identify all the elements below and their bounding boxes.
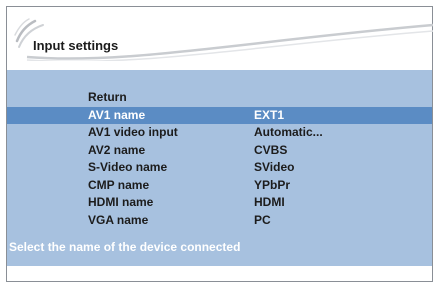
menu-item-value: YPbPr xyxy=(254,177,291,192)
menu-item-label: AV1 video input xyxy=(88,125,178,139)
menu-item[interactable]: AV1 name EXT1 xyxy=(7,106,432,124)
menu-item[interactable]: AV2 name CVBS xyxy=(7,142,432,159)
page-title: Input settings xyxy=(33,38,119,53)
menu-item[interactable]: HDMI name HDMI xyxy=(7,194,432,211)
help-text: Select the name of the device connected xyxy=(9,240,241,254)
menu-item-value: EXT1 xyxy=(254,107,285,122)
menu-item[interactable]: S-Video name SVideo xyxy=(7,159,432,176)
menu-item-value: SVideo xyxy=(254,160,295,174)
menu-item[interactable]: Return xyxy=(7,89,432,106)
menu-item[interactable]: AV1 video input Automatic... xyxy=(7,124,432,141)
menu-item-label: AV1 name xyxy=(88,107,146,122)
menu-item-label: HDMI name xyxy=(88,195,154,209)
header-bar: Input settings xyxy=(7,7,434,61)
menu-item[interactable]: VGA name PC xyxy=(7,212,432,229)
menu-item-label: VGA name xyxy=(88,212,149,227)
menu-item-value: CVBS xyxy=(254,142,288,157)
menu-item-label: Return xyxy=(88,90,127,104)
menu-item-value: HDMI xyxy=(254,195,285,209)
menu-item-label: S-Video name xyxy=(88,160,168,174)
menu-item-value: Automatic... xyxy=(254,125,323,139)
menu-item-label: AV2 name xyxy=(88,142,146,157)
menu-panel: Return AV1 name EXT1 AV1 video input Automat… xyxy=(7,70,432,266)
settings-window: Input settings Return AV1 name EXT1 AV1 vid… xyxy=(6,6,434,282)
menu-item-value: PC xyxy=(254,212,271,227)
menu-item-label: CMP name xyxy=(88,177,150,192)
menu-item[interactable]: CMP name YPbPr xyxy=(7,177,432,194)
